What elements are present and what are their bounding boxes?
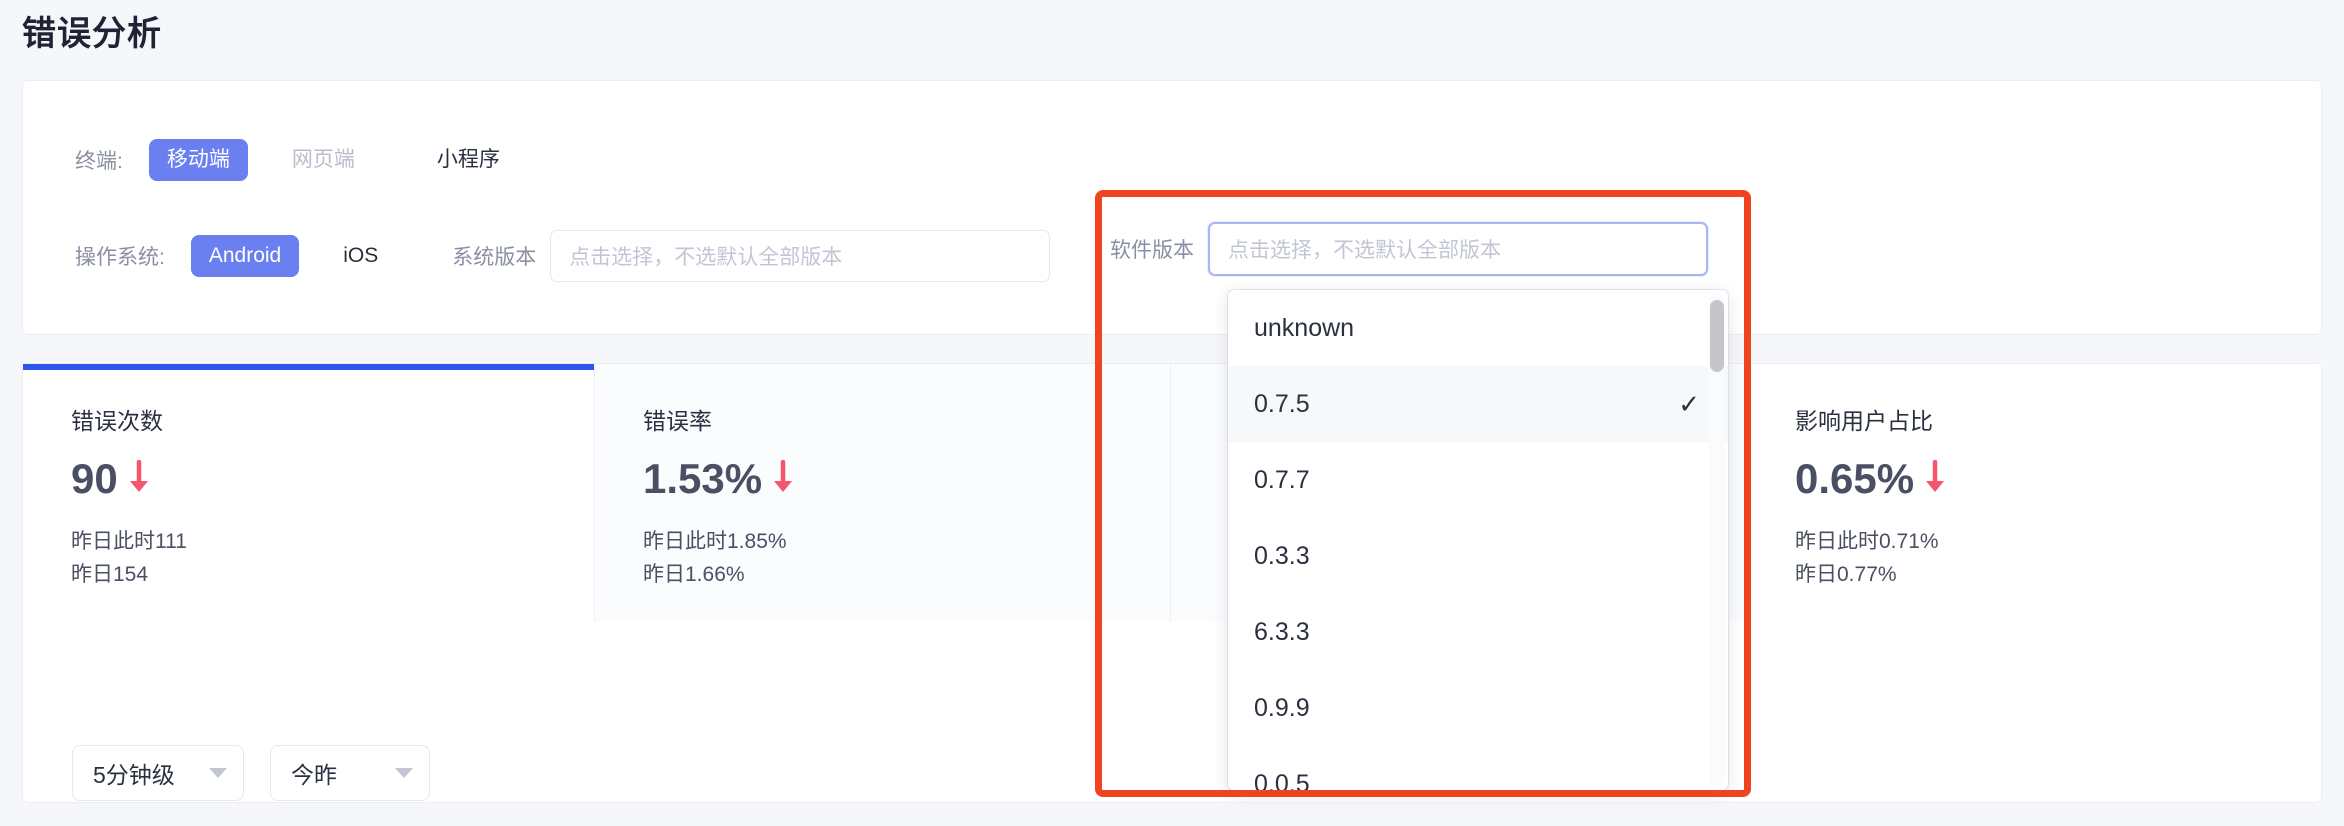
os-options: Android iOS [190, 235, 396, 277]
date-range-select[interactable]: 今昨 [270, 745, 430, 801]
dropdown-scrollbar-thumb[interactable] [1710, 300, 1724, 372]
dropdown-option-unknown[interactable]: unknown [1228, 290, 1728, 366]
system-version-input[interactable]: 点击选择，不选默认全部版本 [550, 230, 1051, 282]
dropdown-option-label: 0.3.3 [1254, 541, 1310, 570]
dropdown-option-0-3-3[interactable]: 0.3.3 [1228, 518, 1728, 594]
stat-title: 错误次数 [71, 408, 163, 434]
stat-value-row: 0.65% [1795, 458, 2321, 500]
terminal-option-miniprogram[interactable]: 小程序 [419, 139, 518, 180]
software-version-label: 软件版本 [1110, 239, 1194, 262]
stats-panel: 错误次数 90 昨日此时111 昨日154 错误率 1.53% 昨日此时1.85… [22, 363, 2322, 803]
terminal-options: 移动端 网页端 小程序 [148, 139, 518, 181]
trend-down-icon [770, 459, 796, 498]
system-version-placeholder: 点击选择，不选默认全部版本 [569, 246, 843, 269]
os-option-android[interactable]: Android [190, 235, 300, 277]
page-title: 错误分析 [22, 15, 162, 53]
dropdown-option-label: 6.3.3 [1254, 617, 1310, 646]
check-icon: ✓ [1678, 388, 1700, 419]
stat-card-affected-users[interactable]: 影响用户占比 0.65% 昨日此时0.71% 昨日0.77% [1747, 364, 2321, 622]
dropdown-option-label: 0.9.9 [1254, 693, 1310, 722]
dropdown-option-label: 0.7.5 [1254, 389, 1310, 418]
granularity-value: 5分钟级 [93, 762, 175, 788]
dropdown-option-6-3-3[interactable]: 6.3.3 [1228, 594, 1728, 670]
stat-title: 错误率 [643, 408, 712, 434]
stats-row: 错误次数 90 昨日此时111 昨日154 错误率 1.53% 昨日此时1.85… [23, 364, 2323, 622]
stat-card-error-rate[interactable]: 错误率 1.53% 昨日此时1.85% 昨日1.66% [595, 364, 1171, 622]
chart-controls: 5分钟级 今昨 [72, 745, 430, 801]
terminal-option-web[interactable]: 网页端 [274, 139, 373, 180]
error-analysis-page: 错误分析 终端: 移动端 网页端 小程序 操作系统: Android iOS 系… [0, 0, 2344, 826]
os-label: 操作系统: [75, 246, 165, 269]
stat-value: 90 [71, 455, 118, 502]
software-version-field: 软件版本 点击选择，不选默认全部版本 [1110, 222, 1708, 276]
dropdown-option-label: 0.0.5 [1254, 769, 1310, 791]
trend-down-icon [126, 459, 152, 498]
terminal-label: 终端: [75, 150, 123, 173]
dropdown-option-0-7-7[interactable]: 0.7.7 [1228, 442, 1728, 518]
stat-sub-yesterday-now: 昨日此时0.71% [1795, 530, 1939, 553]
stat-card-error-count[interactable]: 错误次数 90 昨日此时111 昨日154 [23, 364, 595, 622]
dropdown-option-0-0-5[interactable]: 0.0.5 [1228, 746, 1728, 791]
chevron-down-icon [395, 768, 413, 778]
stat-value: 0.65% [1795, 455, 1915, 502]
stat-sub-yesterday: 昨日154 [71, 562, 149, 586]
stat-value: 1.53% [643, 455, 763, 502]
filter-panel: 终端: 移动端 网页端 小程序 操作系统: Android iOS 系统版本 点… [22, 80, 2322, 335]
stat-sub-yesterday: 昨日1.66% [643, 562, 745, 586]
filter-row-os: 操作系统: Android iOS 系统版本 点击选择，不选默认全部版本 [75, 228, 1051, 284]
dropdown-option-label: 0.7.7 [1254, 465, 1310, 494]
stat-title: 影响用户占比 [1795, 408, 1933, 434]
dropdown-list: unknown 0.7.5 ✓ 0.7.7 0.3.3 6.3.3 0.9.9 … [1228, 290, 1728, 790]
terminal-option-mobile[interactable]: 移动端 [148, 139, 248, 181]
trend-down-icon [1922, 459, 1948, 498]
chevron-down-icon [209, 768, 227, 778]
stat-sub-yesterday-now: 昨日此时111 [71, 530, 187, 553]
stat-sub-yesterday: 昨日0.77% [1795, 562, 1897, 586]
stat-value-row: 90 [71, 458, 594, 500]
software-version-dropdown[interactable]: unknown 0.7.5 ✓ 0.7.7 0.3.3 6.3.3 0.9.9 … [1228, 290, 1728, 790]
software-version-input[interactable]: 点击选择，不选默认全部版本 [1208, 222, 1708, 276]
stat-value-row: 1.53% [643, 458, 1170, 500]
system-version-label: 系统版本 [452, 246, 537, 269]
dropdown-option-0-7-5[interactable]: 0.7.5 ✓ [1228, 366, 1728, 442]
software-version-placeholder: 点击选择，不选默认全部版本 [1228, 239, 1501, 262]
os-option-ios[interactable]: iOS [325, 235, 396, 276]
dropdown-option-0-9-9[interactable]: 0.9.9 [1228, 670, 1728, 746]
stat-sub-yesterday-now: 昨日此时1.85% [643, 530, 787, 553]
dropdown-option-label: unknown [1254, 313, 1355, 342]
granularity-select[interactable]: 5分钟级 [72, 745, 244, 801]
filter-row-terminal: 终端: 移动端 网页端 小程序 [75, 136, 518, 184]
date-range-value: 今昨 [291, 762, 337, 788]
